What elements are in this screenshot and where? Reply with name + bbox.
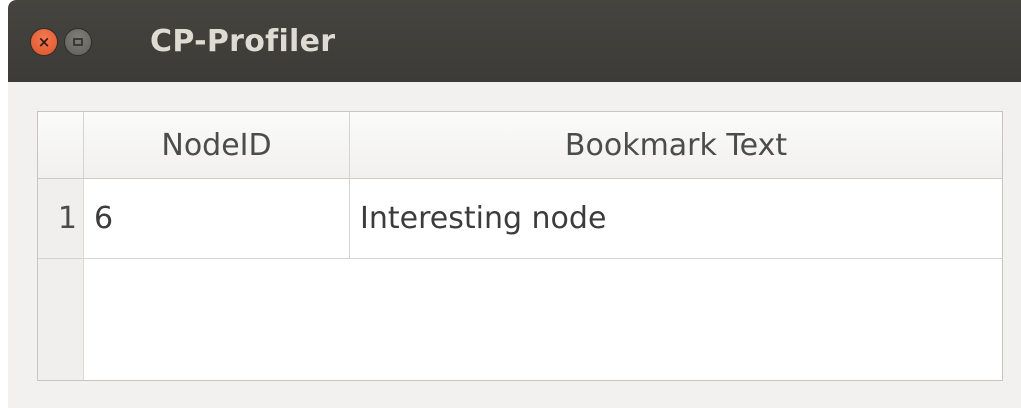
bookmark-text-cell[interactable]: Interesting node (350, 179, 1002, 258)
app-window: × CP-Profiler NodeID Bookmark Text 1 6 I… (8, 0, 1021, 408)
close-icon: × (37, 32, 51, 51)
column-header-nodeid[interactable]: NodeID (84, 112, 350, 178)
maximize-button[interactable] (64, 28, 92, 56)
window-title: CP-Profiler (150, 24, 336, 59)
title-bar[interactable]: × CP-Profiler (8, 0, 1021, 82)
column-header-bookmark-text[interactable]: Bookmark Text (350, 112, 1002, 178)
row-header[interactable]: 1 (38, 179, 84, 258)
nodeid-cell[interactable]: 6 (84, 179, 350, 258)
maximize-icon (73, 38, 83, 46)
table-row[interactable]: 1 6 Interesting node (38, 179, 1002, 259)
table-corner-button[interactable] (38, 112, 84, 178)
close-button[interactable]: × (30, 28, 58, 56)
table-header: NodeID Bookmark Text (38, 112, 1002, 179)
bookmarks-table[interactable]: NodeID Bookmark Text 1 6 Interesting nod… (37, 111, 1003, 381)
